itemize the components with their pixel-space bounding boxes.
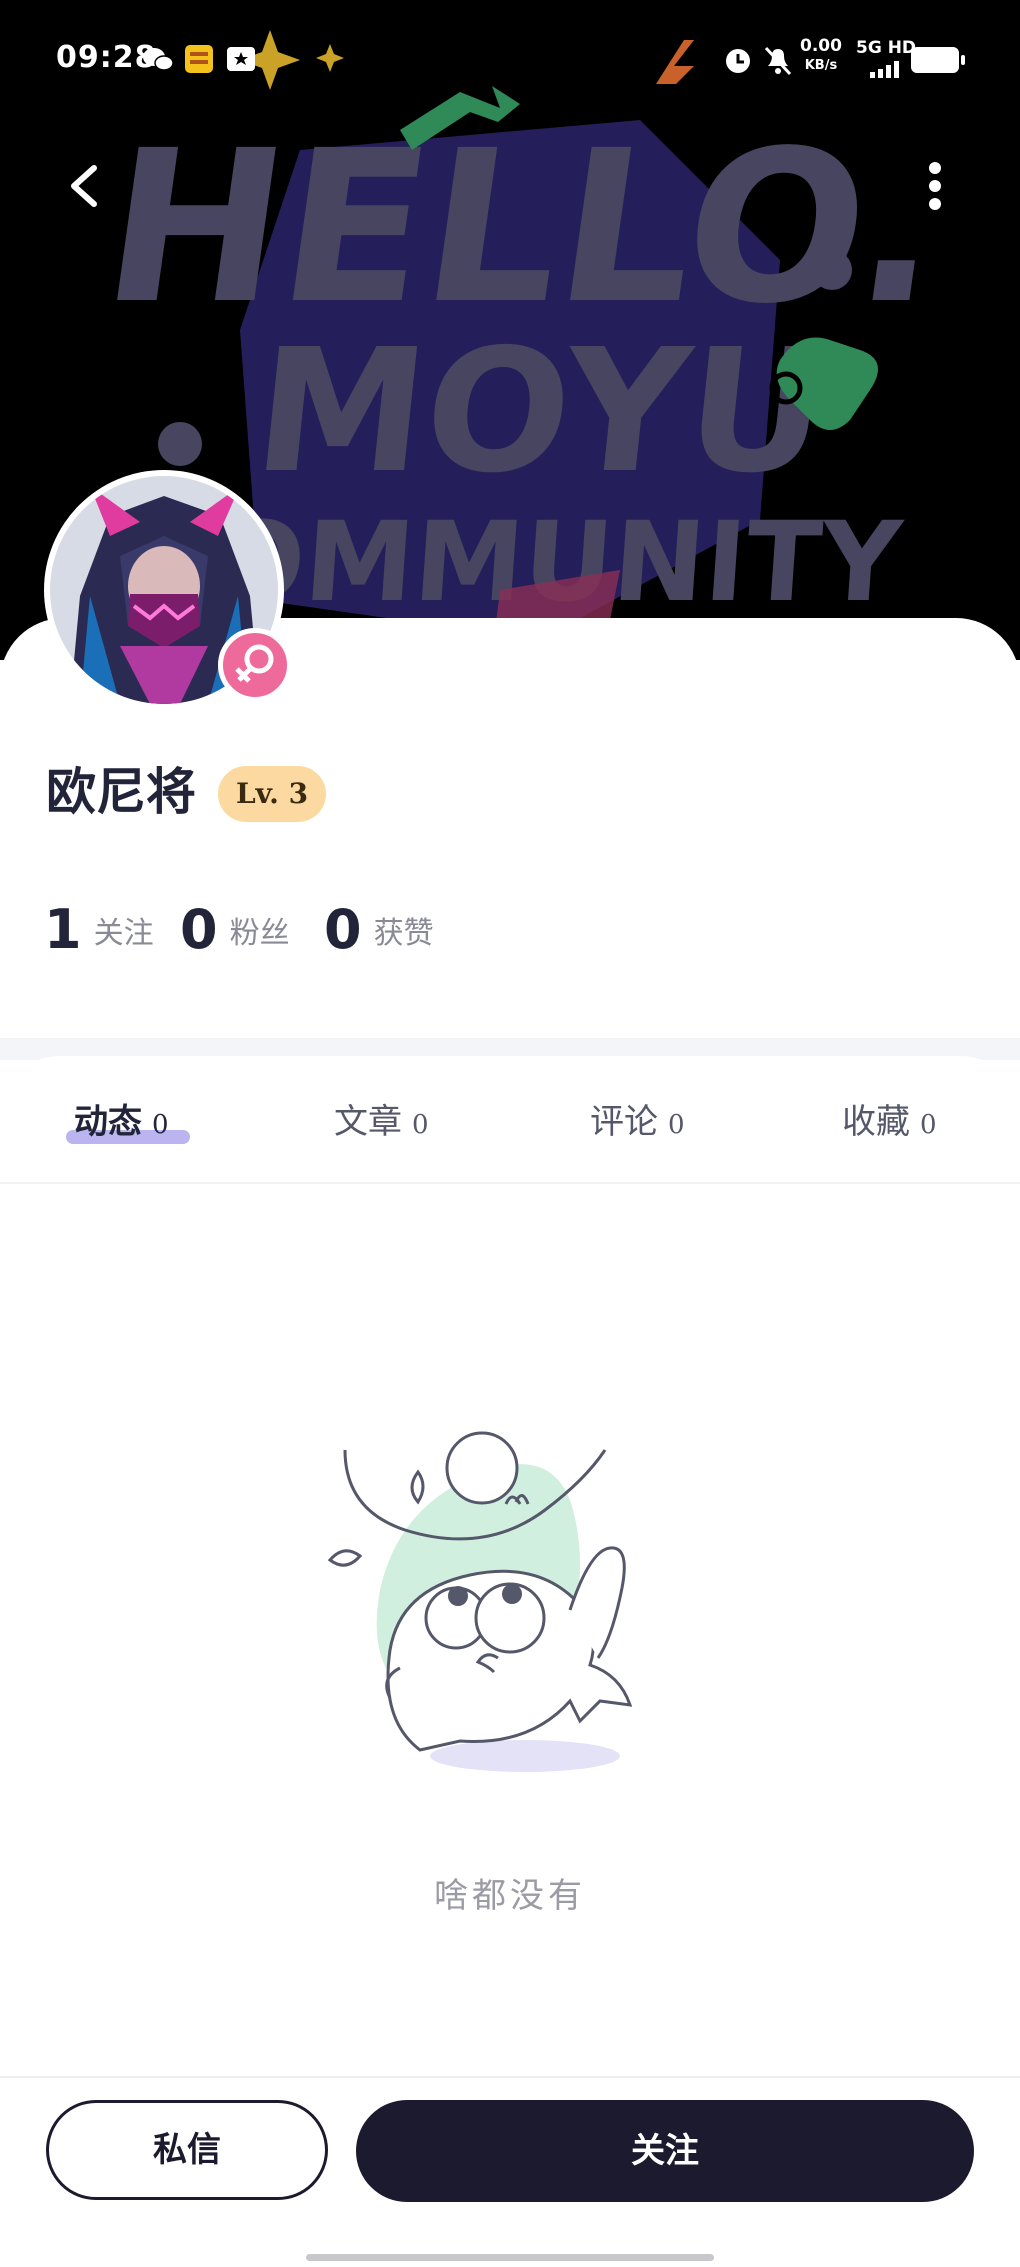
stat-following-label: 关注	[93, 915, 154, 951]
stat-likes-count: 0	[324, 898, 362, 961]
banner-word-moyu: MOYU	[246, 313, 835, 510]
stat-likes[interactable]: 0 获赞	[324, 898, 434, 968]
tab-posts[interactable]: 动态 0	[74, 1094, 169, 1154]
stat-following-count: 1	[44, 898, 82, 961]
alarm-icon	[726, 49, 750, 73]
mute-bell-icon	[764, 46, 792, 76]
back-arrow-icon	[71, 165, 97, 207]
tab-posts-count: 0	[152, 1110, 169, 1140]
tab-articles[interactable]: 文章 0	[334, 1094, 429, 1154]
battery-icon	[911, 47, 965, 73]
tab-articles-count: 0	[412, 1110, 429, 1140]
network-speed-value: 0.00	[800, 36, 842, 56]
bottom-bar-divider	[0, 2076, 1020, 2078]
stat-fans[interactable]: 0 粉丝	[180, 898, 290, 968]
back-button[interactable]	[56, 156, 116, 216]
wechat-icon	[143, 48, 174, 71]
tab-articles-label: 文章	[334, 1102, 402, 1142]
app-notification-icon	[185, 45, 213, 73]
tab-favorites-label: 收藏	[842, 1102, 910, 1142]
empty-state-text: 啥都没有	[434, 1876, 586, 1916]
status-bar: 09:28 0.00 KB/s 5G HD	[0, 0, 1020, 120]
network-speed: 0.00 KB/s	[800, 36, 842, 76]
tab-comments-count: 0	[668, 1110, 685, 1140]
follow-button[interactable]: 关注	[356, 2100, 974, 2202]
home-indicator[interactable]	[306, 2254, 714, 2261]
level-badge: Lv. 3	[218, 766, 326, 822]
female-icon	[235, 644, 274, 683]
stat-likes-label: 获赞	[373, 915, 434, 951]
tabs-divider	[0, 1182, 1020, 1184]
stat-fans-label: 粉丝	[229, 915, 290, 951]
more-vertical-icon	[929, 162, 941, 210]
stat-following[interactable]: 1 关注	[44, 898, 154, 968]
more-options-button[interactable]	[910, 156, 960, 216]
username: 欧尼将	[46, 762, 196, 821]
network-speed-unit: KB/s	[804, 58, 838, 73]
stat-fans-count: 0	[180, 898, 218, 961]
gender-female-badge	[218, 628, 292, 702]
empty-state-illustration	[327, 1431, 633, 1772]
private-message-button[interactable]: 私信	[46, 2100, 328, 2200]
tab-posts-label: 动态	[74, 1102, 142, 1142]
tab-comments-label: 评论	[590, 1102, 658, 1142]
signal-icon	[870, 61, 899, 78]
tab-favorites[interactable]: 收藏 0	[842, 1094, 937, 1154]
star-notification-icon	[227, 47, 255, 71]
tab-comments[interactable]: 评论 0	[590, 1094, 685, 1154]
network-type-label: 5G HD	[856, 38, 917, 58]
tab-favorites-count: 0	[920, 1110, 937, 1140]
